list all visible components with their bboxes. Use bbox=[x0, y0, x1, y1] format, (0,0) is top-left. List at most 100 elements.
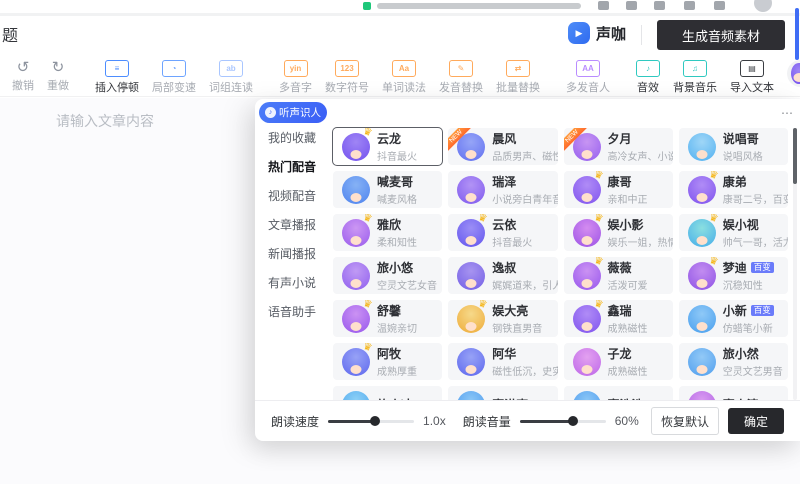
browser-scrollbar[interactable] bbox=[795, 8, 799, 60]
toolbar-item[interactable]: yin 多音字 bbox=[279, 60, 312, 95]
voice-avatar bbox=[688, 176, 716, 204]
undo-icon: ↺ bbox=[14, 60, 32, 75]
app-window: 题 ▶ 声咖 生成音频素材 ↺ 撤销 ↻ 重做 ≡ 插入停顿 ◔ 局部变速 bbox=[0, 0, 800, 484]
browser-download-icon[interactable] bbox=[714, 1, 725, 10]
toolbar-item-label: 词组连读 bbox=[209, 79, 253, 95]
sidebar-category[interactable]: 文章播报 bbox=[255, 210, 331, 239]
sidebar-category[interactable]: 热门配音 bbox=[255, 152, 331, 181]
toolbar-item[interactable]: Aa 单词读法 bbox=[382, 60, 426, 95]
voice-card[interactable]: 云依 抖音最火 bbox=[448, 214, 557, 251]
voice-card[interactable]: 赛浩浩 bbox=[564, 386, 673, 400]
document-title[interactable]: 题 bbox=[2, 22, 18, 46]
toolbar-item[interactable]: ↻ 重做 bbox=[47, 60, 69, 93]
toolbar-item[interactable]: ↺ 撤销 bbox=[12, 60, 34, 93]
brand-name: 声咖 bbox=[596, 23, 626, 44]
volume-slider-knob[interactable] bbox=[568, 416, 578, 426]
toolbar-item[interactable]: ◔ 局部变速 bbox=[152, 60, 196, 95]
voice-name: 薇薇 bbox=[608, 259, 632, 276]
voice-desc: 钢铁直男音 bbox=[492, 320, 542, 335]
toolbar-item[interactable]: AA 多发音人 bbox=[566, 60, 610, 95]
sidebar-category-label: 语音助手 bbox=[268, 303, 316, 320]
identify-voice-button[interactable]: ♪ 听声识人 bbox=[259, 102, 327, 123]
voice-card[interactable]: 梦迪 百变 沉稳知性 bbox=[679, 257, 788, 294]
browser-menu-icon[interactable] bbox=[684, 1, 695, 10]
grid-scrollbar-thumb[interactable] bbox=[793, 128, 797, 184]
voice-name: 舒馨 bbox=[377, 302, 401, 319]
toolbar-item-label: 插入停顿 bbox=[95, 79, 139, 95]
voice-desc: 喊麦风格 bbox=[377, 191, 417, 206]
speed-slider[interactable] bbox=[328, 420, 414, 423]
confirm-button[interactable]: 确定 bbox=[728, 408, 784, 434]
voice-card[interactable]: 赛洪声 bbox=[448, 386, 557, 400]
toolbar-item[interactable]: ≡ 插入停顿 bbox=[95, 60, 139, 95]
voice-card[interactable]: 瑞泽 小说旁白青年音 bbox=[448, 171, 557, 208]
voice-name: 夕月 bbox=[608, 130, 632, 147]
speed-slider-knob[interactable] bbox=[370, 416, 380, 426]
sidebar-category[interactable]: 有声小说 bbox=[255, 268, 331, 297]
reset-default-button[interactable]: 恢复默认 bbox=[651, 407, 719, 435]
voice-card[interactable]: 娱大亮 钢铁直男音 bbox=[448, 300, 557, 337]
toolbar-item[interactable]: ♪ 音效 bbox=[636, 60, 660, 95]
voice-card[interactable]: NEW 夕月 高冷女声、小说 bbox=[564, 128, 673, 165]
toolbar-item[interactable]: ▤ 导入文本 bbox=[730, 60, 774, 95]
voice-card[interactable]: 喊麦哥 喊麦风格 bbox=[333, 171, 442, 208]
toolbar-item-label: 发音替换 bbox=[439, 79, 483, 95]
voice-card[interactable]: 娱小视 帅气一哥，活力轻快 bbox=[679, 214, 788, 251]
toolbar: ↺ 撤销 ↻ 重做 ≡ 插入停顿 ◔ 局部变速 ab 词组连读 yin bbox=[0, 56, 800, 97]
voice-desc: 柔和知性 bbox=[377, 234, 417, 249]
voice-name: 雅欣 bbox=[377, 216, 401, 233]
current-voice-pill[interactable]: 云龙 1.0x bbox=[787, 60, 800, 87]
voice-card[interactable]: 赛小清 bbox=[679, 386, 788, 400]
generate-audio-button[interactable]: 生成音频素材 bbox=[657, 20, 785, 50]
voice-avatar bbox=[342, 176, 370, 204]
toolbar-item-label: 局部变速 bbox=[152, 79, 196, 95]
voice-card[interactable]: 旅小冰 bbox=[333, 386, 442, 400]
voice-card[interactable]: 康哥 亲和中正 bbox=[564, 171, 673, 208]
voice-card[interactable]: 康弟 康哥二号，百变男音 bbox=[679, 171, 788, 208]
toolbar-item[interactable]: ♫ 背景音乐 bbox=[673, 60, 717, 95]
voice-name: 逸叔 bbox=[492, 259, 516, 276]
browser-profile-avatar[interactable] bbox=[754, 0, 772, 12]
browser-toolbar-icon[interactable] bbox=[654, 1, 665, 10]
sidebar-category[interactable]: 语音助手 bbox=[255, 297, 331, 326]
voice-name: 旅小悠 bbox=[377, 259, 413, 276]
voice-card[interactable]: 子龙 成熟磁性 bbox=[564, 343, 673, 380]
new-ribbon: NEW bbox=[564, 128, 590, 154]
voice-avatar bbox=[688, 219, 716, 247]
sidebar-category[interactable]: 我的收藏 bbox=[255, 123, 331, 152]
headphone-icon: ♪ bbox=[265, 107, 276, 118]
sidebar-category[interactable]: 视频配音 bbox=[255, 181, 331, 210]
browser-toolbar-icon[interactable] bbox=[598, 1, 609, 10]
toolbar-item[interactable]: 123 数字符号 bbox=[325, 60, 369, 95]
voice-card[interactable]: 云龙 抖音最火 bbox=[333, 128, 442, 165]
toolbar-item[interactable]: ✎ 发音替换 bbox=[439, 60, 483, 95]
voice-avatar bbox=[342, 219, 370, 247]
voice-card[interactable]: 旅小悠 空灵文艺女音 bbox=[333, 257, 442, 294]
sidebar-category[interactable]: 新闻播报 bbox=[255, 239, 331, 268]
voice-card[interactable]: 阿华 磁性低沉，史实记录 bbox=[448, 343, 557, 380]
voice-card[interactable]: 薇薇 活泼可爱 bbox=[564, 257, 673, 294]
voice-card[interactable]: 旅小然 空灵文艺男音 bbox=[679, 343, 788, 380]
polyphone-icon: yin bbox=[284, 60, 308, 77]
browser-toolbar-icon[interactable] bbox=[626, 1, 637, 10]
voice-card[interactable]: 雅欣 柔和知性 bbox=[333, 214, 442, 251]
voice-desc: 成熟磁性 bbox=[608, 320, 648, 335]
volume-slider[interactable] bbox=[520, 420, 606, 423]
voice-card[interactable]: 逸叔 娓娓道来，引人入胜 bbox=[448, 257, 557, 294]
voice-card[interactable]: 说唱哥 说唱风格 bbox=[679, 128, 788, 165]
toolbar-item[interactable]: ab 词组连读 bbox=[209, 60, 253, 95]
speed-value: 1.0x bbox=[423, 414, 446, 428]
voice-card[interactable]: 娱小影 娱乐一姐，热情活力 bbox=[564, 214, 673, 251]
voice-card[interactable]: NEW 晨风 品质男声、磁性 bbox=[448, 128, 557, 165]
voice-desc: 活泼可爱 bbox=[608, 277, 648, 292]
more-tabs-button[interactable]: ⋯ bbox=[777, 106, 793, 120]
voice-card[interactable]: 舒馨 温婉亲切 bbox=[333, 300, 442, 337]
voice-desc: 成熟厚重 bbox=[377, 363, 417, 378]
toolbar-item[interactable]: ⇄ 批量替换 bbox=[496, 60, 540, 95]
voice-card[interactable]: 鑫瑞 成熟磁性 bbox=[564, 300, 673, 337]
voice-card[interactable]: 阿牧 成熟厚重 bbox=[333, 343, 442, 380]
voice-card[interactable]: 小新 百变 仿蜡笔小新 bbox=[679, 300, 788, 337]
bgm-icon: ♫ bbox=[683, 60, 707, 77]
voice-desc: 亲和中正 bbox=[608, 191, 648, 206]
sidebar-category-label: 新闻播报 bbox=[268, 245, 316, 262]
